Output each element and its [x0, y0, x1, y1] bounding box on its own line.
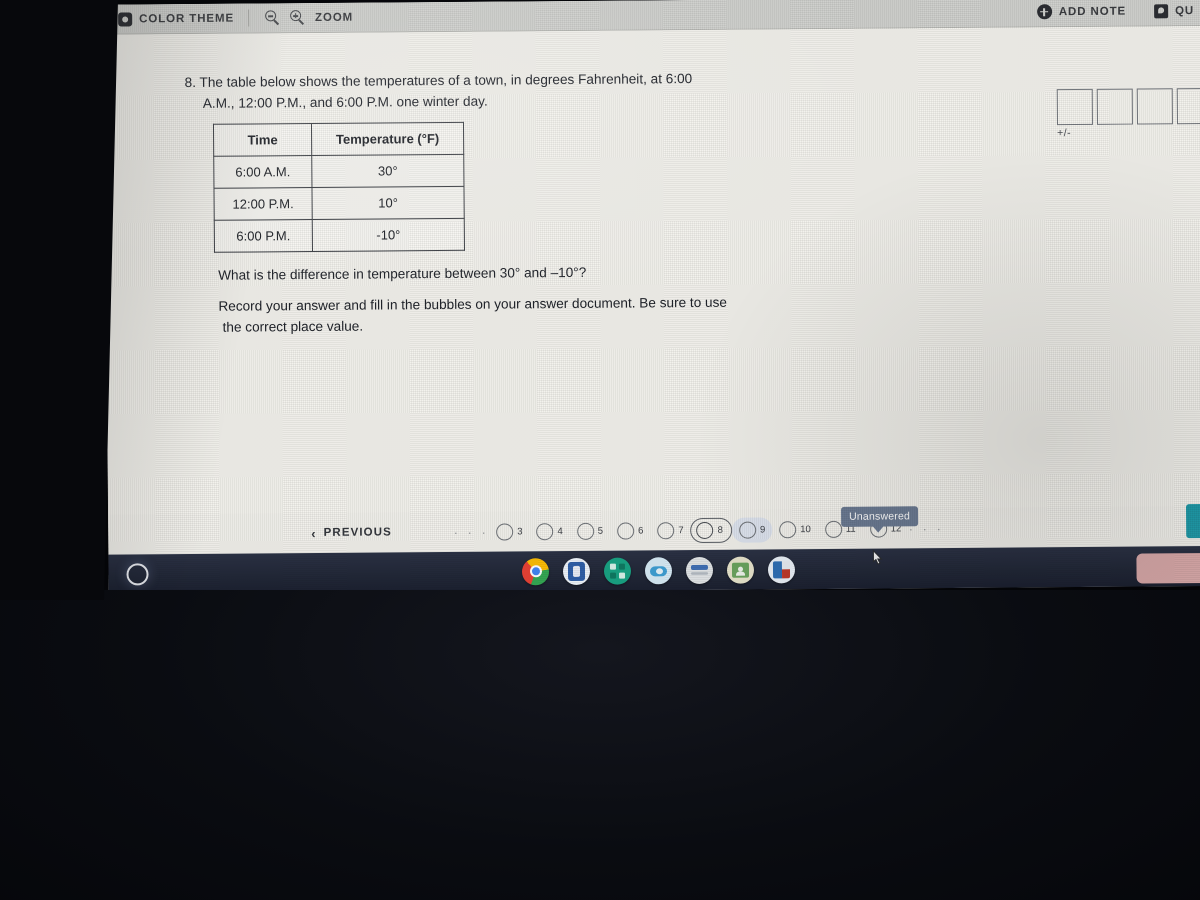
magnifier-plus-icon[interactable]	[289, 10, 305, 25]
column-header-time: Time	[213, 123, 312, 157]
bubble-icon	[576, 522, 594, 540]
column-header-temperature: Temperature (°F)	[311, 122, 464, 156]
sign-toggle-label[interactable]: +/-	[1057, 127, 1071, 139]
pagination-item-8-current[interactable]: 8	[690, 517, 733, 543]
pagination-label: 9	[759, 523, 766, 536]
answer-box-2[interactable]	[1096, 88, 1134, 125]
question-stem-line2: A.M., 12:00 P.M., and 6:00 P.M. one wint…	[202, 93, 488, 111]
question-stem: 8. The table below shows the temperature…	[185, 67, 825, 114]
question-prompt: What is the difference in temperature be…	[218, 264, 587, 283]
question-number: 8.	[184, 74, 197, 91]
instruction-line2: the correct place value.	[222, 318, 364, 335]
answer-box-4[interactable]	[1176, 87, 1200, 125]
add-note-label: ADD NOTE	[1058, 5, 1127, 18]
bubble-icon	[657, 521, 675, 539]
pagination-item-9-hovered[interactable]: 9	[731, 516, 773, 543]
color-palette-icon	[118, 11, 133, 27]
green-grid-app-icon[interactable]	[603, 557, 632, 585]
cell-temperature: -10°	[312, 218, 465, 252]
bubble-icon	[824, 520, 842, 538]
bubble-icon	[617, 521, 635, 540]
docs-app-icon[interactable]	[685, 556, 714, 584]
pagination-label: 4	[557, 525, 563, 537]
side-action-button[interactable]	[1185, 503, 1200, 539]
zoom-controls: ZOOM	[249, 2, 367, 33]
color-theme-button[interactable]: COLOR THEME	[104, 3, 248, 34]
laptop-photo: hp COLOR THEME	[0, 0, 1200, 900]
question-content-area: 8. The table below shows the temperature…	[104, 25, 1200, 515]
plus-circle-icon	[1036, 4, 1052, 20]
cell-temperature: 30°	[311, 154, 464, 188]
cell-time: 6:00 A.M.	[213, 155, 312, 189]
cell-time: 12:00 P.M.	[213, 187, 313, 221]
bubble-icon	[696, 521, 714, 539]
cloud-app-icon[interactable]	[644, 556, 673, 584]
pagination-item-6[interactable]: 6	[610, 518, 650, 543]
flag-question-label: QU	[1175, 4, 1195, 17]
pagination-label: 8	[717, 524, 724, 536]
cell-time: 6:00 P.M.	[214, 219, 313, 253]
zoom-label: ZOOM	[314, 11, 354, 24]
add-note-button[interactable]: ADD NOTE	[1023, 0, 1140, 27]
bubble-icon	[738, 521, 757, 539]
question-stem-line1: The table below shows the temperatures o…	[199, 71, 693, 90]
magnifier-minus-icon[interactable]	[264, 10, 280, 26]
flag-question-button[interactable]: QU	[1140, 0, 1194, 26]
mouse-cursor-pointer	[872, 549, 883, 565]
table-header-row: Time Temperature (°F)	[213, 122, 464, 157]
launcher-circle-icon[interactable]	[126, 563, 149, 586]
table-row: 6:00 A.M. 30°	[213, 154, 464, 189]
pagination-item-10[interactable]: 10	[772, 517, 818, 542]
laptop-screen: COLOR THEME ZOOM ADD NOTE QU 8. The tabl…	[104, 0, 1200, 595]
flag-app-icon[interactable]	[767, 555, 796, 583]
pagination-item-4[interactable]: 4	[529, 518, 569, 543]
pagination-label: 7	[678, 524, 684, 536]
leading-ellipsis: · · ·	[453, 524, 489, 540]
pagination-item-5[interactable]: 5	[570, 518, 610, 543]
bubble-icon	[779, 520, 797, 538]
pagination-item-7[interactable]: 7	[650, 518, 690, 543]
cell-temperature: 10°	[311, 186, 465, 220]
tray-status-area[interactable]	[1136, 552, 1200, 584]
instruction-line1: Record your answer and fill in the bubbl…	[218, 294, 727, 314]
bubble-icon	[536, 522, 554, 540]
flag-question-icon	[1153, 3, 1169, 18]
question-instruction: Record your answer and fill in the bubbl…	[186, 291, 826, 338]
answer-box-3[interactable]	[1136, 88, 1174, 125]
chevron-left-icon: ‹	[311, 525, 317, 541]
question-block: 8. The table below shows the temperature…	[185, 67, 827, 338]
shelf-app-list	[521, 555, 796, 592]
pagination-label: 5	[597, 525, 604, 537]
previous-label: PREVIOUS	[323, 526, 392, 539]
pagination-label: 3	[517, 525, 523, 537]
table-row: 12:00 P.M. 10°	[213, 186, 465, 221]
os-shelf	[108, 545, 1200, 595]
bubble-icon	[496, 522, 514, 541]
answer-grid[interactable]: +/-	[1056, 87, 1200, 139]
answer-box-1[interactable]	[1056, 88, 1094, 126]
blue-app-icon[interactable]	[562, 557, 591, 585]
pagination-label: 10	[800, 523, 811, 535]
test-app-window: COLOR THEME ZOOM ADD NOTE QU 8. The tabl…	[104, 0, 1200, 595]
classroom-app-icon[interactable]	[726, 556, 755, 584]
temperature-table: Time Temperature (°F) 6:00 A.M. 30° 12:0…	[212, 121, 465, 253]
color-theme-label: COLOR THEME	[139, 12, 235, 25]
laptop-bezel-bottom	[0, 590, 1200, 900]
pagination-label: 6	[638, 524, 644, 536]
pagination-item-3[interactable]: 3	[489, 519, 529, 544]
previous-button[interactable]: ‹ PREVIOUS	[311, 525, 392, 541]
chrome-icon[interactable]	[521, 557, 550, 592]
unanswered-tooltip: Unanswered	[841, 506, 919, 527]
table-row: 6:00 P.M. -10°	[214, 218, 465, 253]
